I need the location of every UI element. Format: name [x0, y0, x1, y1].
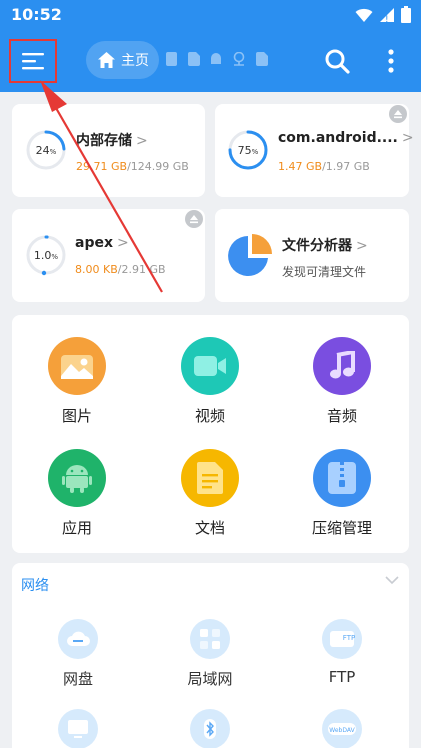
zip-icon	[313, 449, 371, 507]
webdav-badge-text: WebDAV	[329, 727, 355, 734]
eject-icon	[394, 110, 402, 119]
status-bar: 10:52 !	[0, 0, 421, 30]
file-analyzer-card[interactable]: 文件分析器 > 发现可清理文件	[215, 209, 409, 302]
signal-icon: !	[380, 7, 394, 23]
network-item-bluetooth[interactable]	[160, 709, 260, 748]
hamburger-menu-icon	[22, 53, 44, 70]
storage-title: com.android.... >	[278, 130, 414, 146]
network-label: 局域网	[187, 670, 233, 688]
usage-percent: 24%	[35, 144, 57, 157]
music-icon	[313, 337, 371, 395]
network-ftp[interactable]: FTP	[292, 619, 392, 686]
image-icon	[48, 337, 106, 395]
category-audio[interactable]: 音频	[292, 337, 392, 426]
storage-usage: 8.00 KB/2.91 GB	[75, 263, 166, 276]
ftp-badge: FTP	[343, 634, 355, 642]
storage-usage: 29.71 GB/124.99 GB	[76, 160, 189, 173]
category-grid: 图片 视频 音频 应用 文档 压缩管理	[12, 315, 409, 553]
category-images[interactable]: 图片	[27, 337, 127, 426]
eject-button[interactable]	[185, 210, 203, 228]
breadcrumb-shortcuts	[166, 52, 268, 66]
android-icon[interactable]	[210, 52, 222, 66]
storage-card-android[interactable]: 75% com.android.... > 1.47 GB/1.97 GB	[215, 104, 414, 197]
analyzer-subtitle: 发现可清理文件	[282, 265, 367, 279]
eject-button[interactable]	[389, 105, 407, 123]
status-icons: !	[355, 6, 411, 23]
network-item-device[interactable]	[28, 709, 128, 748]
video-icon	[181, 337, 239, 395]
lan-icon	[190, 619, 230, 659]
network-label: FTP	[328, 668, 356, 686]
ftp-badge-text: FTP	[343, 634, 355, 642]
more-vertical-icon[interactable]	[385, 48, 397, 74]
category-video[interactable]: 视频	[160, 337, 260, 426]
home-icon	[98, 52, 115, 68]
analyzer-title: 文件分析器 >	[282, 238, 368, 254]
usage-percent: 1.0%	[33, 249, 59, 262]
storage-card-internal[interactable]: 24% 内部存储 > 29.71 GB/124.99 GB	[12, 104, 205, 197]
svg-text:!: !	[385, 15, 389, 23]
webdav-icon: WebDAV	[322, 709, 362, 748]
storage-usage: 1.47 GB/1.97 GB	[278, 160, 370, 173]
document-icon[interactable]	[188, 52, 200, 66]
category-label: 应用	[61, 519, 92, 537]
home-tab-label: 主页	[121, 53, 149, 69]
network-cloud-drive[interactable]: 网盘	[28, 619, 128, 689]
category-archives[interactable]: 压缩管理	[292, 449, 392, 538]
network-title: 网络	[21, 578, 49, 594]
document-icon	[181, 449, 239, 507]
chevron-down-icon[interactable]	[385, 575, 399, 585]
home-tab[interactable]: 主页	[86, 41, 159, 79]
note-icon[interactable]	[256, 52, 268, 66]
eject-icon	[190, 215, 198, 224]
category-label: 视频	[194, 407, 225, 425]
cloud-icon	[58, 619, 98, 659]
status-time: 10:52	[11, 5, 62, 24]
network-item-webdav[interactable]: WebDAV	[292, 709, 392, 748]
pie-chart-icon	[228, 234, 272, 276]
category-label: 压缩管理	[311, 519, 372, 537]
storage-title: 内部存储 >	[76, 133, 148, 149]
category-apps[interactable]: 应用	[27, 449, 127, 538]
category-label: 图片	[61, 407, 92, 425]
app-bar: 主页	[0, 30, 421, 92]
usage-percent: 75%	[237, 144, 259, 157]
storage-title: apex >	[75, 235, 129, 251]
category-documents[interactable]: 文档	[160, 449, 260, 538]
network-icon[interactable]	[232, 52, 246, 66]
file-icon[interactable]	[166, 52, 178, 66]
storage-card-apex[interactable]: 1.0% apex > 8.00 KB/2.91 GB	[12, 209, 205, 302]
category-label: 文档	[194, 519, 225, 537]
android-icon	[48, 449, 106, 507]
bluetooth-icon	[190, 709, 230, 748]
network-lan[interactable]: 局域网	[160, 619, 260, 689]
wifi-icon	[355, 8, 373, 22]
search-icon[interactable]	[324, 48, 350, 74]
battery-icon	[401, 6, 411, 23]
network-section: 网络 网盘 局域网 FTP WebDAV	[12, 563, 409, 748]
monitor-icon	[58, 709, 98, 748]
menu-button[interactable]	[9, 39, 57, 83]
network-label: 网盘	[62, 670, 93, 688]
category-label: 音频	[326, 407, 357, 425]
